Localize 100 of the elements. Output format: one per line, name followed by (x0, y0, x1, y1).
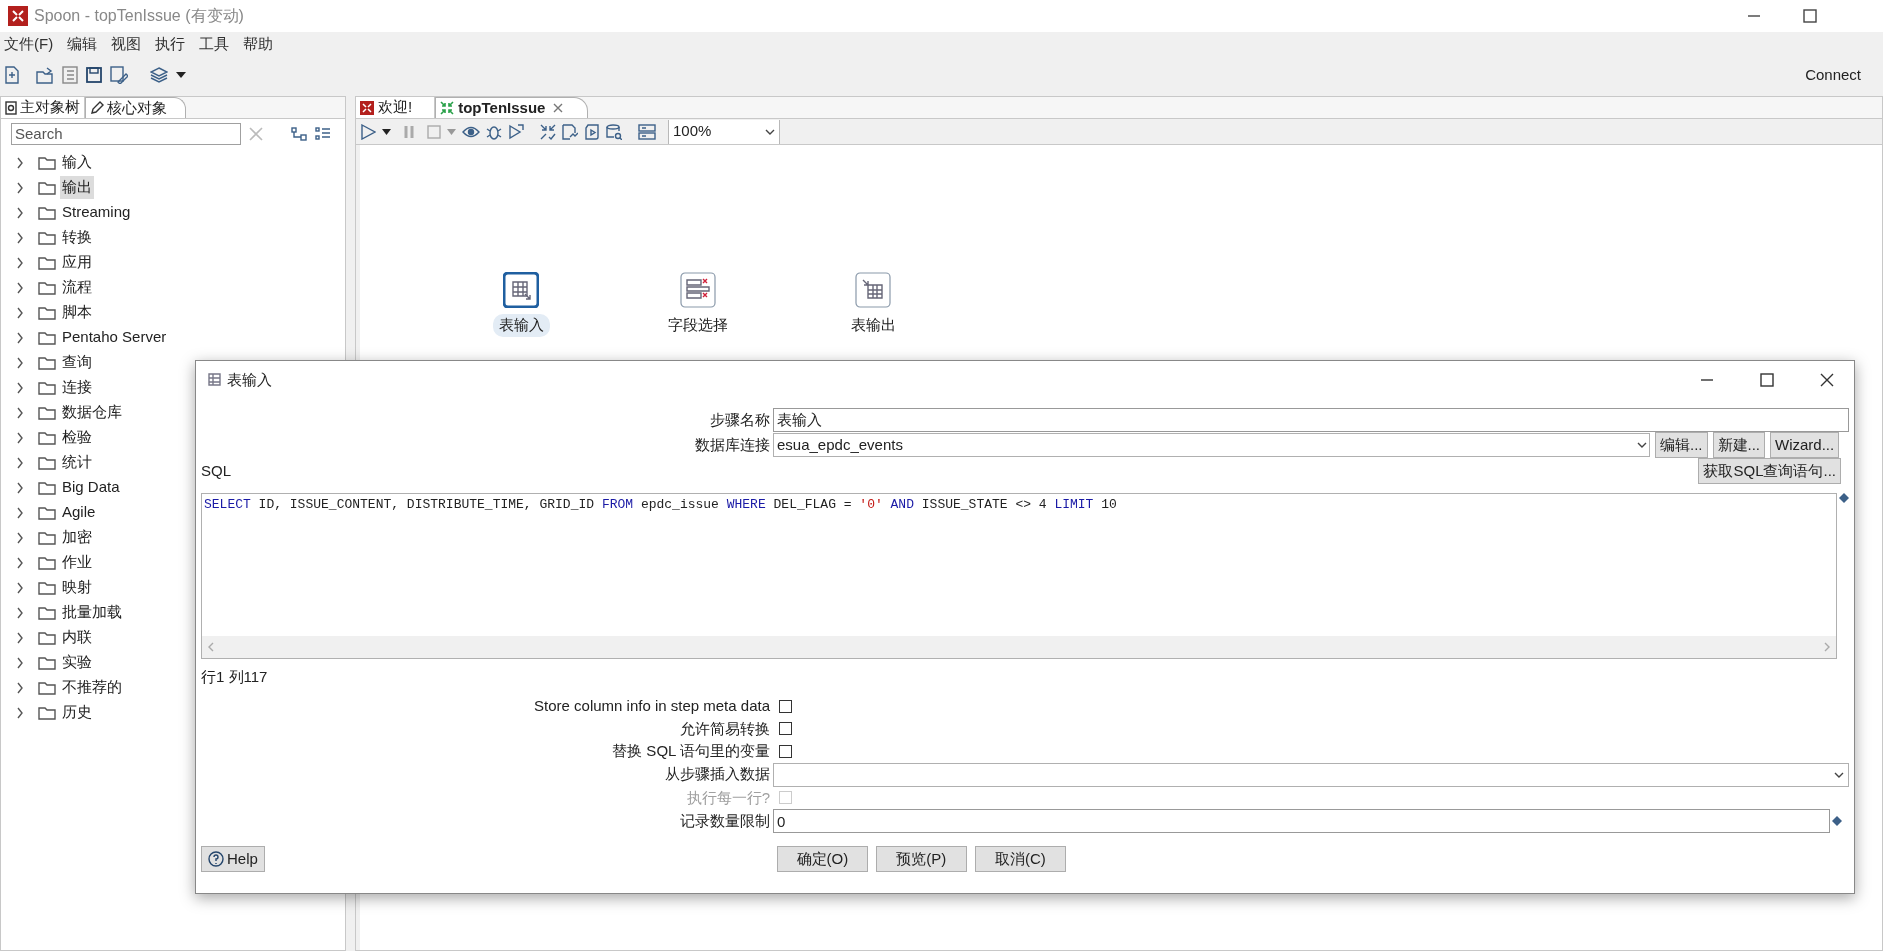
menu-item[interactable]: 帮助 (243, 32, 274, 56)
chevron-icon[interactable] (16, 181, 24, 194)
chevron-icon[interactable] (16, 631, 24, 644)
new-file-icon[interactable] (4, 66, 20, 84)
caret-icon[interactable] (176, 72, 186, 78)
editor-tab[interactable]: topTenIssue (435, 97, 589, 118)
tree-item[interactable]: 统计 (60, 451, 94, 474)
run-icon[interactable] (360, 123, 376, 140)
tree-item[interactable]: 输入 (60, 151, 94, 174)
chevron-icon[interactable] (16, 606, 24, 619)
dialog-button[interactable]: 新建... (1712, 432, 1766, 458)
grid-rows-icon[interactable] (638, 123, 656, 140)
dialog-button[interactable]: 取消(C) (974, 846, 1066, 872)
menu-item[interactable]: 视图 (111, 32, 142, 56)
tree-item[interactable]: 不推荐的 (60, 676, 124, 699)
chevron-icon[interactable] (16, 531, 24, 544)
save-icon[interactable] (86, 67, 102, 83)
chevron-icon[interactable] (16, 156, 24, 169)
bug-icon[interactable] (486, 123, 502, 140)
chevron-icon[interactable] (16, 556, 24, 569)
chevron-icon[interactable] (16, 331, 24, 344)
tree-item[interactable]: Pentaho Server (60, 326, 169, 349)
get-sql-button[interactable]: 获取SQL查询语句... (1698, 458, 1841, 484)
step-label: 表输入 (492, 314, 550, 337)
checkbox[interactable] (779, 699, 792, 713)
open-folder-icon[interactable] (36, 66, 54, 84)
field-filter-icon[interactable] (680, 272, 716, 308)
tree-item[interactable]: 输出 (60, 176, 94, 199)
tree-item[interactable]: 历史 (60, 701, 94, 724)
chevron-icon[interactable] (16, 506, 24, 519)
tree-item[interactable]: Streaming (60, 201, 133, 224)
chevron-icon[interactable] (16, 431, 24, 444)
search-field[interactable]: Search (11, 123, 241, 145)
replay-icon[interactable] (508, 123, 524, 140)
tree-item[interactable]: 检验 (60, 426, 94, 449)
tree-item[interactable]: 映射 (60, 576, 94, 599)
tree-item[interactable]: Big Data (60, 476, 122, 499)
menu-item[interactable]: 工具 (199, 32, 230, 56)
tree-item[interactable]: 内联 (60, 626, 94, 649)
panel-tab[interactable]: 主对象树 (1, 97, 85, 118)
checkbox[interactable] (779, 744, 792, 758)
chevron-icon[interactable] (16, 381, 24, 394)
step-name-field[interactable]: 表输入 (773, 408, 1849, 432)
tree-view-icon[interactable] (291, 127, 307, 141)
tree-item[interactable]: 作业 (60, 551, 94, 574)
checkbox[interactable] (779, 722, 792, 736)
layers-icon[interactable] (150, 67, 168, 83)
tree-item[interactable]: 实验 (60, 651, 94, 674)
sql-editor[interactable]: SELECT ID, ISSUE_CONTENT, DISTRIBUTE_TIME, GRID_ID FROM epdc_issue WHERE DEL_FLAG = '0' AND ISSUE_STATE <> 4 LIMIT 10 (201, 493, 1837, 659)
tree-item[interactable]: 查询 (60, 351, 94, 374)
tree-item[interactable]: 流程 (60, 276, 94, 299)
chevron-icon[interactable] (16, 256, 24, 269)
horizontal-scrollbar[interactable] (202, 636, 1836, 658)
caret-icon[interactable] (382, 128, 391, 135)
dialog-button[interactable]: 预览(P) (875, 846, 967, 872)
maximize-icon[interactable] (1803, 9, 1817, 23)
chevron-icon[interactable] (16, 231, 24, 244)
limit-field[interactable]: 0 (773, 809, 1830, 833)
table-icon[interactable] (855, 272, 891, 308)
dialog-button[interactable]: 编辑... (1655, 432, 1708, 458)
table-icon[interactable] (503, 272, 539, 308)
close-icon[interactable] (1820, 373, 1834, 387)
chevron-icon[interactable] (16, 706, 24, 719)
connection-dropdown[interactable]: esua_epdc_events (773, 433, 1650, 457)
eye-icon[interactable] (462, 125, 480, 138)
chevron-icon[interactable] (16, 356, 24, 369)
help-button[interactable]: Help (201, 846, 265, 872)
panel-tab[interactable]: 核心对象 (85, 97, 186, 118)
check-arrows-icon[interactable] (540, 123, 556, 140)
tree-item[interactable]: 转换 (60, 226, 94, 249)
database-search-icon[interactable] (606, 123, 622, 140)
connect-button[interactable]: Connect (1805, 63, 1861, 87)
tree-item[interactable]: 应用 (60, 251, 94, 274)
menu-item[interactable]: 执行 (155, 32, 186, 56)
chevron-icon[interactable] (16, 656, 24, 669)
chevron-icon[interactable] (16, 681, 24, 694)
list-view-icon[interactable] (315, 127, 331, 141)
chevron-icon[interactable] (16, 281, 24, 294)
tree-item[interactable]: 连接 (60, 376, 94, 399)
chevron-icon[interactable] (16, 406, 24, 419)
dialog-button[interactable]: Wizard... (1770, 432, 1840, 458)
chevron-icon[interactable] (16, 581, 24, 594)
tree-item[interactable]: 加密 (60, 526, 94, 549)
tree-item[interactable]: 脚本 (60, 301, 94, 324)
tree-item[interactable]: 批量加载 (60, 601, 124, 624)
scroll-play-icon[interactable] (584, 123, 600, 140)
maximize-icon[interactable] (1760, 373, 1774, 387)
chevron-icon[interactable] (16, 481, 24, 494)
dialog-button[interactable]: 确定(O) (776, 846, 868, 872)
menu-item[interactable]: 文件(F) (4, 32, 54, 56)
save-as-icon[interactable] (110, 66, 128, 84)
chevron-icon[interactable] (16, 456, 24, 469)
tree-item[interactable]: Agile (60, 501, 98, 524)
zoom-dropdown[interactable]: 100% (668, 119, 780, 144)
chevron-icon[interactable] (16, 206, 24, 219)
document-arrow-icon[interactable] (562, 123, 578, 140)
tree-item[interactable]: 数据仓库 (60, 401, 124, 424)
chevron-icon[interactable] (16, 306, 24, 319)
editor-tab[interactable]: 欢迎! (356, 97, 436, 118)
menu-item[interactable]: 编辑 (67, 32, 98, 56)
